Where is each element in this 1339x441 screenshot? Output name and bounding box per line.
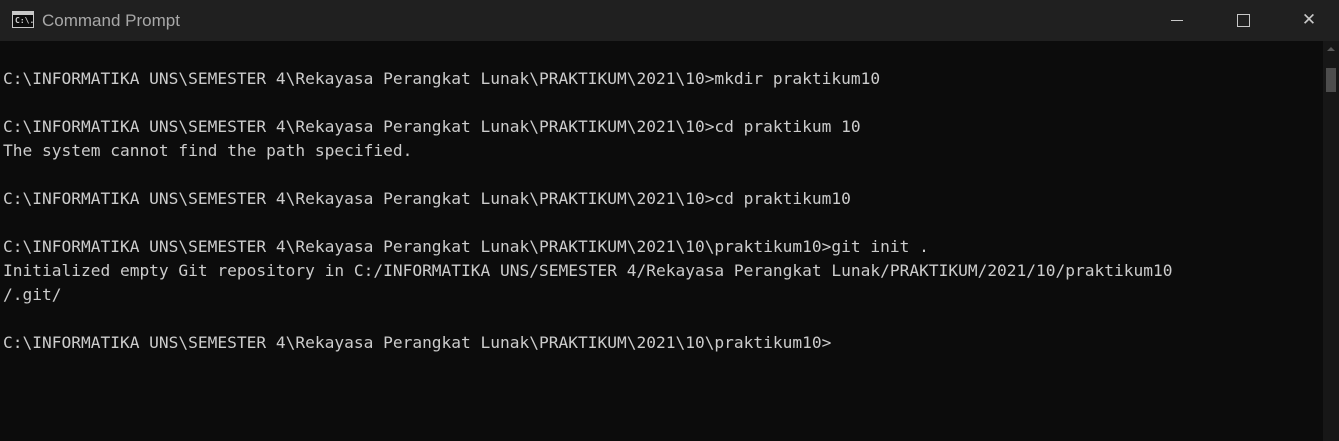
maximize-button[interactable] (1220, 0, 1266, 41)
command-prompt-icon: C:\. (12, 11, 34, 28)
window-title: Command Prompt (42, 11, 180, 30)
close-icon: ✕ (1301, 10, 1317, 30)
console-line: /.git/ (3, 285, 62, 304)
minimize-button[interactable] (1154, 0, 1200, 41)
console-line: C:\INFORMATIKA UNS\SEMESTER 4\Rekayasa P… (3, 237, 929, 256)
console-line: Initialized empty Git repository in C:/I… (3, 261, 1173, 280)
console-output: C:\INFORMATIKA UNS\SEMESTER 4\Rekayasa P… (0, 41, 1323, 355)
scrollbar-thumb[interactable] (1326, 68, 1336, 92)
vertical-scrollbar[interactable] (1323, 41, 1339, 441)
console-line: The system cannot find the path specifie… (3, 141, 413, 160)
scroll-up-arrow-icon[interactable] (1323, 41, 1339, 57)
minimize-icon (1171, 20, 1183, 21)
app-icon-label: C:\. (15, 16, 35, 25)
console-line: C:\INFORMATIKA UNS\SEMESTER 4\Rekayasa P… (3, 69, 881, 88)
title-bar[interactable]: C:\. Command Prompt ✕ (0, 0, 1339, 41)
maximize-icon (1236, 14, 1250, 27)
console-line: C:\INFORMATIKA UNS\SEMESTER 4\Rekayasa P… (3, 333, 832, 352)
console-area[interactable]: C:\INFORMATIKA UNS\SEMESTER 4\Rekayasa P… (0, 41, 1323, 441)
close-button[interactable]: ✕ (1286, 0, 1332, 41)
console-line: C:\INFORMATIKA UNS\SEMESTER 4\Rekayasa P… (3, 189, 851, 208)
console-line: C:\INFORMATIKA UNS\SEMESTER 4\Rekayasa P… (3, 117, 861, 136)
